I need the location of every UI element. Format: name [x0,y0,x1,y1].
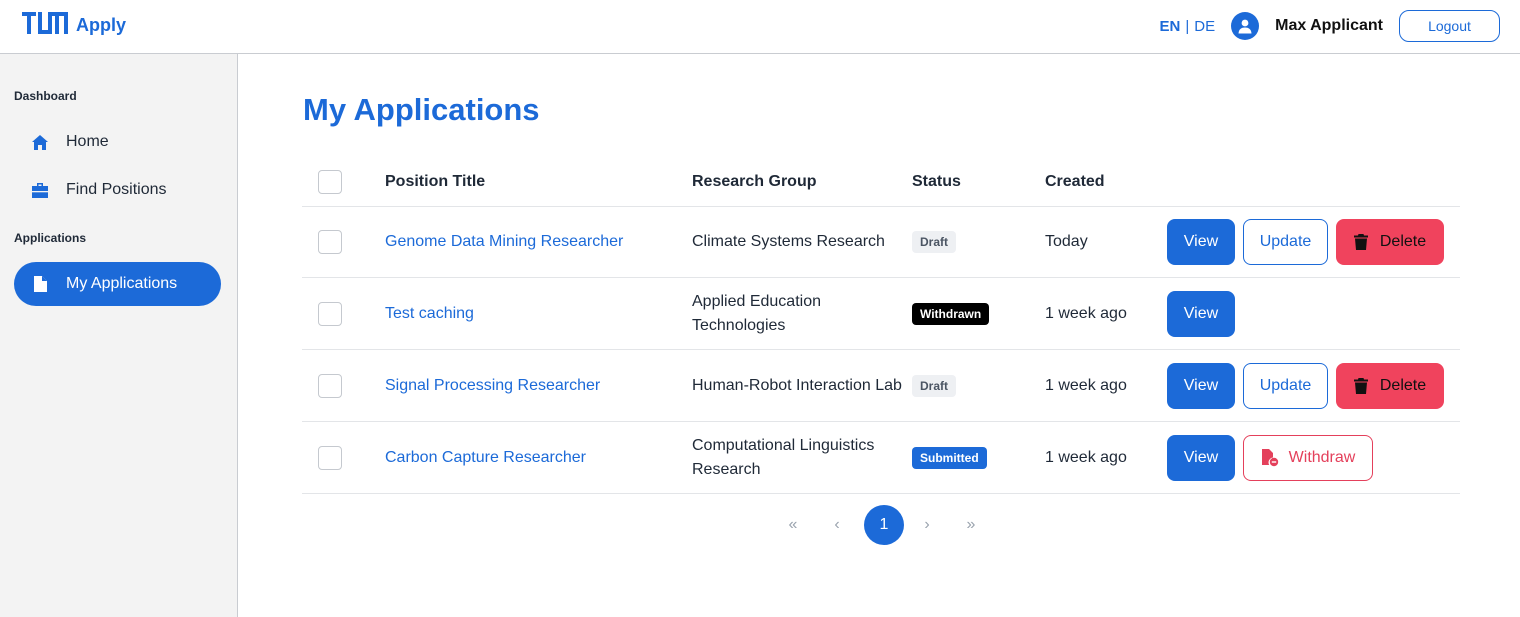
delete-button[interactable]: Delete [1336,219,1444,265]
select-all-checkbox[interactable] [318,170,342,194]
column-header-status[interactable]: Status [912,158,961,206]
delete-label: Delete [1379,376,1427,394]
sidebar-item-home[interactable]: Home [14,120,221,164]
research-group: Applied Education Technologies [692,292,821,334]
status-badge: Submitted [912,446,987,469]
briefcase-icon [32,182,48,198]
sidebar: Dashboard Home Find Positions Applicatio… [0,54,238,617]
view-button[interactable]: View [1167,362,1235,409]
view-button[interactable]: View [1167,219,1235,265]
created-date: 1 week ago [1045,376,1127,394]
last-page-button[interactable]: » [954,505,988,545]
table-header-row: Position Title Research Group Status Cre… [302,158,1460,207]
applications-table: Position Title Research Group Status Cre… [302,158,1460,494]
delete-button[interactable]: Delete [1336,362,1444,409]
language-switcher: EN | DE [1160,18,1216,35]
first-page-button[interactable]: « [776,505,810,545]
created-date: 1 week ago [1045,448,1127,466]
research-group: Climate Systems Research [692,233,885,250]
table-row: Carbon Capture Researcher Computational … [302,422,1460,494]
app-name: Apply [76,14,127,35]
withdraw-label: Withdraw [1288,448,1356,466]
column-header-research-group[interactable]: Research Group [692,158,902,206]
created-date: Today [1045,233,1088,250]
lang-separator: | [1185,17,1190,35]
home-icon [32,134,48,150]
page-title: My Applications [303,92,540,127]
view-button[interactable]: View [1167,290,1235,337]
column-header-position-title[interactable]: Position Title [385,158,675,206]
user-circle-icon[interactable] [1231,12,1260,40]
withdraw-button[interactable]: Withdraw [1243,434,1373,481]
previous-page-button[interactable]: ‹ [820,505,854,545]
user-name: Max Applicant [1275,17,1383,34]
research-group: Human-Robot Interaction Lab [692,376,902,394]
research-group: Computational Linguistics Research [692,436,875,478]
update-button[interactable]: Update [1243,219,1328,265]
sidebar-item-my-applications[interactable]: My Applications [14,262,221,306]
status-badge: Withdrawn [912,302,990,325]
lang-en[interactable]: EN [1160,18,1181,35]
sidebar-section-dashboard: Dashboard [14,89,77,103]
position-title-link[interactable]: Test caching [385,305,474,323]
sidebar-item-find-positions[interactable]: Find Positions [14,168,221,212]
trash-icon [1353,377,1368,394]
next-page-button[interactable]: › [910,505,944,545]
document-icon [32,276,48,292]
table-row: Signal Processing Researcher Human-Robot… [302,350,1460,422]
table-row: Genome Data Mining Researcher Climate Sy… [302,207,1460,278]
tum-logo [22,12,68,34]
top-header: Apply EN | DE Max Applicant Logout [0,0,1520,54]
view-button[interactable]: View [1167,434,1235,481]
sidebar-item-label: Home [66,133,109,150]
status-badge: Draft [912,374,957,397]
lang-de[interactable]: DE [1194,18,1215,35]
position-title-link[interactable]: Signal Processing Researcher [385,377,600,395]
page-1-button[interactable]: 1 [864,505,904,545]
table-row: Test caching Applied Education Technolog… [302,278,1460,350]
file-remove-icon [1261,448,1279,467]
trash-icon [1353,234,1368,250]
created-date: 1 week ago [1045,304,1127,322]
pagination: « ‹ 1 › » [776,505,998,545]
delete-label: Delete [1379,233,1427,250]
row-checkbox[interactable] [318,445,342,470]
sidebar-item-label: Find Positions [66,181,167,198]
status-badge: Draft [912,231,957,253]
update-button[interactable]: Update [1243,362,1328,409]
logo-link[interactable]: Apply [22,12,126,38]
sidebar-item-label: My Applications [66,275,178,292]
row-checkbox[interactable] [318,301,342,326]
row-checkbox[interactable] [318,230,342,254]
sidebar-section-applications: Applications [14,231,87,245]
row-checkbox[interactable] [318,373,342,398]
position-title-link[interactable]: Carbon Capture Researcher [385,449,586,467]
column-header-created[interactable]: Created [1045,158,1105,206]
position-title-link[interactable]: Genome Data Mining Researcher [385,233,623,251]
logout-button[interactable]: Logout [1399,10,1500,42]
